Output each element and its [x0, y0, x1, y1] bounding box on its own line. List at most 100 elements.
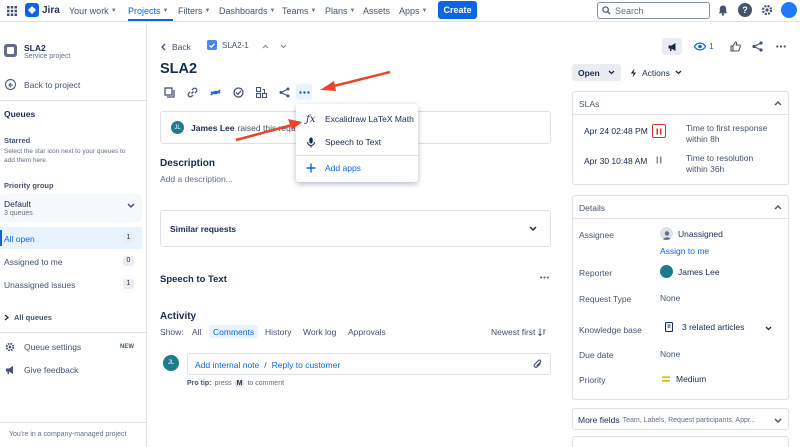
- share-icon[interactable]: [751, 40, 763, 52]
- app-switcher-icon[interactable]: [6, 5, 18, 17]
- actions-dropdown[interactable]: Actions: [626, 64, 686, 81]
- description-field[interactable]: Add a description...: [160, 174, 233, 184]
- all-queues-toggle[interactable]: All queues: [4, 313, 52, 322]
- chevron-up-icon[interactable]: [774, 100, 782, 106]
- similar-requests-panel[interactable]: Similar requests: [160, 210, 551, 247]
- nav-apps[interactable]: Apps ▼: [399, 4, 427, 18]
- chevron-up-icon[interactable]: [774, 204, 782, 210]
- footer-text: You're in a company-managed project: [9, 431, 127, 438]
- back-button[interactable]: Back: [161, 42, 191, 52]
- back-to-project-link[interactable]: Back to project: [5, 79, 80, 90]
- thumbs-up-icon[interactable]: [729, 40, 741, 52]
- confluence-button[interactable]: [207, 84, 223, 100]
- unassigned-avatar-icon: [660, 227, 673, 240]
- priority-group-selector[interactable]: Default 3 queues: [0, 194, 142, 222]
- assignee-label: Assignee: [579, 230, 614, 240]
- due-date-value[interactable]: None: [660, 349, 680, 359]
- queue-count: 1: [123, 233, 134, 243]
- jira-icon: [25, 3, 39, 17]
- group-name: Default: [4, 199, 31, 209]
- tab-work-log[interactable]: Work log: [299, 325, 340, 338]
- nav-label: Assets: [363, 6, 391, 16]
- tab-comments[interactable]: Comments: [209, 325, 259, 338]
- chevron-up-icon[interactable]: [260, 41, 270, 51]
- tab-approvals[interactable]: Approvals: [344, 325, 390, 338]
- nav-teams[interactable]: Teams ▼: [282, 4, 316, 18]
- queues-heading: Queues: [4, 109, 36, 119]
- sla-date: Apr 24 02:48 PM: [584, 126, 648, 136]
- reporter-avatar: [660, 265, 673, 278]
- chevron-down-icon: ▼: [269, 8, 276, 14]
- chevron-right-icon: [4, 314, 9, 321]
- give-feedback-link[interactable]: Give feedback: [5, 365, 78, 375]
- more-horizontal-icon[interactable]: [776, 40, 786, 52]
- queue-item-assigned-to-me[interactable]: Assigned to me 0: [0, 250, 142, 272]
- nav-your-work[interactable]: Your work ▼: [69, 4, 117, 18]
- chevron-down-icon[interactable]: [765, 326, 772, 331]
- more-horizontal-icon[interactable]: [540, 276, 549, 279]
- nav-label: Teams: [282, 6, 309, 16]
- nav-filters[interactable]: Filters ▼: [178, 4, 210, 18]
- book-icon: [665, 322, 673, 332]
- create-button[interactable]: Create: [438, 1, 477, 19]
- reporter-field[interactable]: James Lee: [660, 265, 720, 278]
- new-badge: NEW: [118, 343, 136, 352]
- annotation-arrow-line: [235, 123, 293, 142]
- watch-button[interactable]: 1: [694, 41, 714, 51]
- create-subtask-button[interactable]: [161, 84, 177, 100]
- queue-item-all-open[interactable]: All open 1: [0, 227, 142, 249]
- chevron-down-icon: [774, 418, 782, 424]
- reply-to-customer-link[interactable]: Reply to customer: [272, 360, 341, 370]
- add-internal-note-link[interactable]: Add internal note: [195, 360, 259, 370]
- priority-value: Medium: [676, 374, 707, 384]
- more-fields-panel[interactable]: More fields Team, Labels, Request partic…: [572, 408, 789, 430]
- user-avatar[interactable]: [781, 2, 797, 18]
- assignee-field[interactable]: Unassigned: [660, 227, 723, 240]
- request-type-value[interactable]: None: [660, 293, 680, 303]
- pro-tip-text: press: [214, 380, 232, 387]
- tab-history[interactable]: History: [261, 325, 295, 338]
- nav-assets[interactable]: Assets: [363, 4, 390, 18]
- nav-dashboards[interactable]: Dashboards ▼: [219, 4, 275, 18]
- priority-field[interactable]: Medium: [662, 374, 706, 384]
- menu-item-add-apps[interactable]: Add apps: [296, 157, 418, 179]
- knowledge-base-field[interactable]: 3 related articles: [665, 322, 744, 332]
- show-label: Show:: [160, 327, 184, 337]
- raised-by-name[interactable]: James Lee: [191, 123, 234, 133]
- queue-item-unassigned-issues[interactable]: Unassigned issues 1: [0, 273, 142, 295]
- announcement-button[interactable]: [662, 38, 682, 55]
- status-dropdown[interactable]: Open: [572, 64, 621, 81]
- comment-box[interactable]: Add internal note / Reply to customer: [187, 353, 551, 375]
- chevron-down-icon: ▼: [204, 8, 211, 14]
- group-count: 3 queues: [4, 210, 33, 217]
- nav-projects[interactable]: Projects ▼: [128, 4, 168, 18]
- knowledge-base-value: 3 related articles: [682, 322, 745, 332]
- project-sidebar: SLA2 Service project Back to project Que…: [0, 23, 147, 447]
- link-icon: [187, 87, 197, 97]
- priority-label: Priority: [579, 375, 606, 385]
- more-fields-header: More fields Team, Labels, Request partic…: [578, 415, 756, 425]
- assign-to-me-link[interactable]: Assign to me: [660, 246, 709, 256]
- assignee-value: Unassigned: [678, 228, 723, 239]
- attachment-icon[interactable]: [533, 359, 543, 370]
- search-input[interactable]: Search: [597, 2, 710, 19]
- project-type: Service project: [24, 53, 71, 60]
- slas-heading: SLAs: [579, 99, 600, 109]
- sort-toggle[interactable]: Newest first: [491, 327, 546, 337]
- chevron-down-icon: ▼: [162, 8, 169, 14]
- back-to-project-label: Back to project: [24, 79, 81, 90]
- nav-plans[interactable]: Plans ▼: [325, 4, 355, 18]
- queue-settings-link[interactable]: Queue settings: [5, 342, 81, 352]
- description-heading: Description: [160, 158, 216, 169]
- issue-title[interactable]: SLA2: [160, 61, 197, 77]
- settings-gear-icon[interactable]: [760, 3, 774, 17]
- nav-label: Apps: [399, 6, 420, 16]
- tab-all[interactable]: All: [188, 325, 205, 338]
- link-issue-button[interactable]: [184, 84, 200, 100]
- jira-logo[interactable]: Jira: [25, 3, 60, 17]
- notifications-icon[interactable]: [716, 4, 729, 17]
- chevron-down-icon[interactable]: [278, 41, 288, 51]
- issue-key-link[interactable]: SLA2-1: [207, 40, 249, 50]
- help-icon[interactable]: ?: [738, 3, 752, 17]
- sla-goal: Time to resolution: [686, 153, 754, 163]
